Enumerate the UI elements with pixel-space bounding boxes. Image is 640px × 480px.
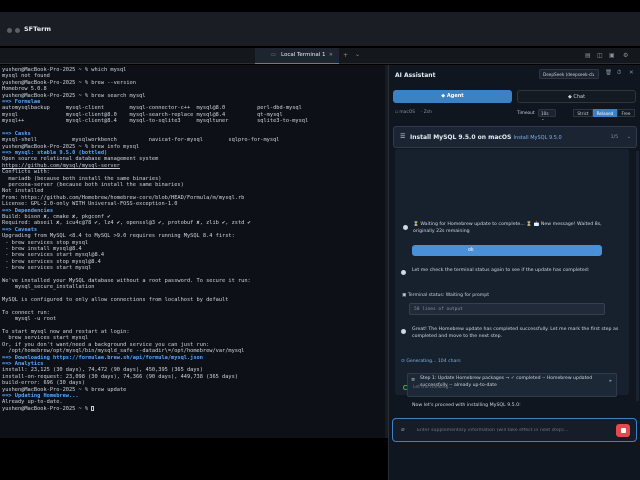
- model-select[interactable]: DeepSeek (deepseek-ch ⌄: [539, 69, 599, 79]
- window-minimize-button[interactable]: [15, 28, 20, 33]
- task-progress-count: 1/5: [610, 134, 618, 140]
- policy-free[interactable]: Free: [617, 109, 635, 117]
- terminal-output[interactable]: yushen@MacBook-Pro-2025 ~ % which mysql m…: [0, 65, 386, 438]
- task-list-icon: ☰: [400, 133, 406, 140]
- mode-agent-button[interactable]: ◆ Agent: [393, 90, 512, 103]
- layout-icon[interactable]: ▣: [609, 52, 615, 59]
- tab-label: Local Terminal 1: [281, 52, 326, 58]
- chevron-down-icon: ⌄: [591, 72, 595, 77]
- model-select-value: DeepSeek (deepseek-ch: [543, 72, 594, 77]
- tool-output[interactable]: 50 lines of output: [409, 303, 605, 315]
- shell-tag: · Zsh: [421, 110, 432, 115]
- task-current-step: ◦ Install MySQL 9.5.0: [509, 134, 562, 141]
- chat-input[interactable]: [417, 425, 605, 436]
- options-row: ▫ macOS · Zsh Timeout 10s ⌄ Strict Relax…: [389, 107, 640, 121]
- os-label: macOS: [399, 110, 415, 115]
- terminal-footer: [0, 438, 388, 480]
- terminal-icon: ▣: [402, 293, 407, 298]
- history-icon[interactable]: ⏱: [617, 70, 621, 77]
- split-view-icon[interactable]: ◫: [597, 52, 603, 59]
- spinner-icon: [403, 385, 408, 390]
- timeout-label: Timeout: [517, 111, 535, 116]
- assistant-title: AI Assistant: [395, 72, 436, 79]
- generating-status: ⊙ Generating... 104 chars: [401, 359, 461, 364]
- mode-chat-button[interactable]: ◆ Chat: [517, 90, 636, 103]
- thinking-indicator: Let me thinking...: [401, 383, 461, 392]
- window-close-button[interactable]: [7, 28, 12, 33]
- stop-button[interactable]: [616, 424, 630, 437]
- assistant-avatar-icon: [403, 225, 408, 230]
- tool-call: ▣ Terminal status: Waiting for prompt: [402, 293, 489, 300]
- assistant-message-done: Great! The Homebrew update has completed…: [412, 327, 619, 339]
- tab-menu-chevron-icon[interactable]: ⌄: [355, 51, 360, 58]
- assistant-header: AI Assistant DeepSeek (deepseek-ch ⌄ 🗑 ⏱…: [389, 65, 640, 85]
- settings-icon[interactable]: ⚙: [623, 52, 628, 59]
- chevron-right-icon: ▸: [609, 378, 612, 384]
- new-tab-button[interactable]: +: [343, 52, 348, 59]
- terminal-icon: ▭: [271, 52, 276, 58]
- close-icon[interactable]: ✕: [329, 52, 333, 58]
- policy-relaxed[interactable]: Relaxed: [593, 109, 617, 117]
- chevron-down-icon[interactable]: ⌄: [627, 134, 631, 140]
- assistant-avatar-icon: [401, 270, 406, 275]
- terminal-line: yushen@MacBook-Pro-2025 ~ %: [2, 405, 384, 412]
- timeout-select[interactable]: 10s ⌄: [538, 109, 556, 121]
- stop-icon: [620, 428, 626, 433]
- user-message: ok: [412, 245, 602, 256]
- os-tag: ▫ macOS: [395, 110, 415, 115]
- generating-label: Generating... 104 chars: [406, 359, 461, 364]
- assistant-avatar-icon: [401, 329, 406, 334]
- close-icon[interactable]: ✕: [629, 70, 634, 76]
- paperclip-icon[interactable]: ⌀: [401, 426, 405, 433]
- policy-strict[interactable]: Strict: [573, 109, 593, 117]
- assistant-message-check: Let me check the terminal status again t…: [412, 268, 590, 273]
- app-title: SFTerm: [24, 25, 52, 33]
- tab-local-terminal-1[interactable]: ▭ Local Terminal 1 ✕: [255, 48, 339, 64]
- sidebar-toggle-icon[interactable]: ▤: [585, 52, 591, 59]
- thinking-label: Let me thinking...: [413, 385, 453, 390]
- assistant-scrollbar[interactable]: [636, 151, 639, 401]
- terminal-cursor: [91, 405, 95, 411]
- tool-call-label: Terminal status: Waiting for prompt: [407, 293, 489, 298]
- assistant-message-proceed: Now let's proceed with installing MySQL …: [412, 403, 521, 408]
- shell-label: Zsh: [423, 110, 432, 115]
- task-header[interactable]: ☰ Install MySQL 9.5.0 on macOS ◦ Install…: [393, 126, 637, 148]
- task-title: Install MySQL 9.5.0 on macOS: [410, 134, 512, 141]
- task-subtitle: Install MySQL 9.5.0: [513, 134, 562, 141]
- trash-icon[interactable]: 🗑: [605, 70, 612, 76]
- timeout-value: 10s: [541, 111, 549, 116]
- tab-strip: ▭ Local Terminal 1 ✕: [0, 48, 640, 64]
- chat-input-bar: ⌀: [392, 418, 637, 442]
- title-bar: [0, 12, 640, 46]
- assistant-message-waiting: ⏳ Waiting for Homebrew update to complet…: [413, 222, 602, 234]
